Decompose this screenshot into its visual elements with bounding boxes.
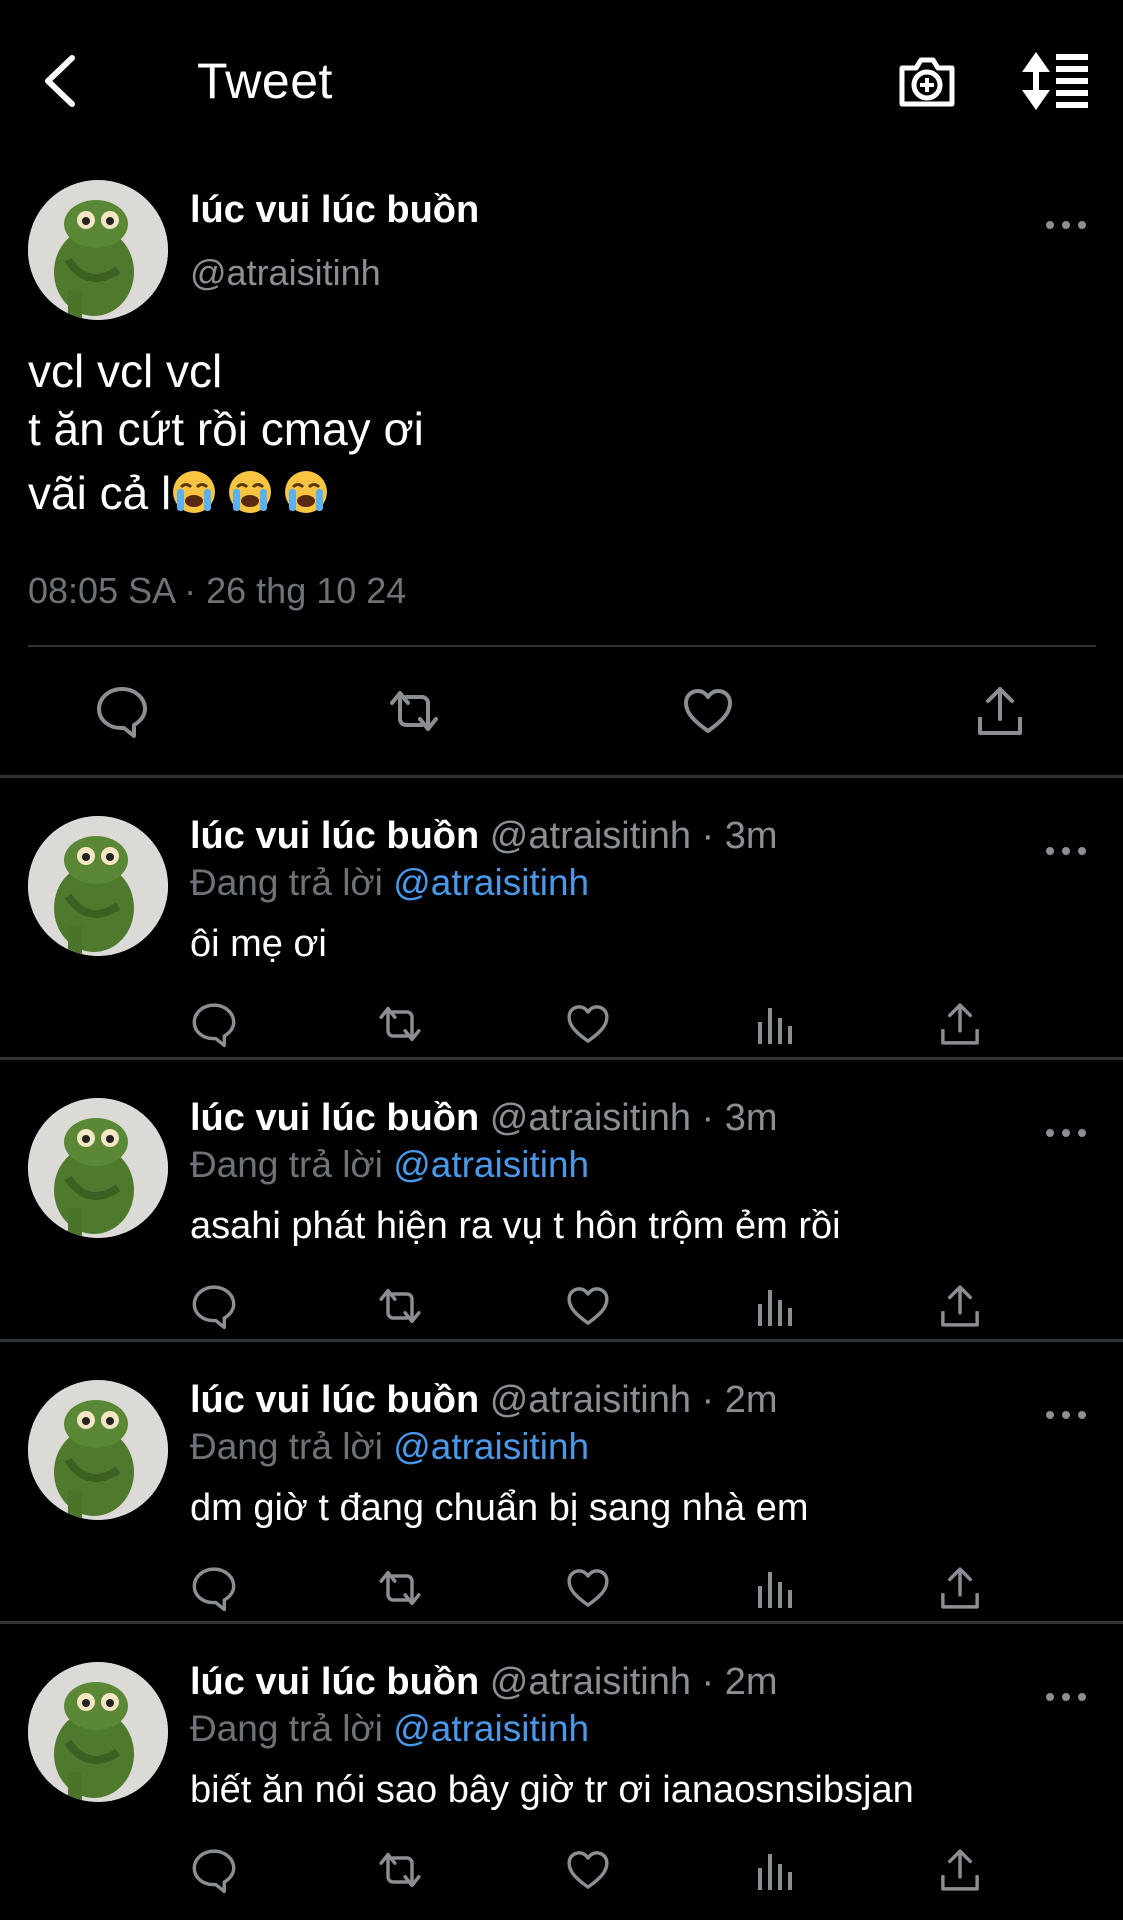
reply-tweet[interactable]: lúc vui lúc buồn @atraisitinh · 2m Đang … xyxy=(0,1342,1123,1624)
retweet-icon[interactable] xyxy=(376,1846,424,1894)
top-bar: Tweet xyxy=(0,0,1123,165)
share-icon[interactable] xyxy=(972,683,1028,739)
replying-to-label: Đang trả lời xyxy=(190,1708,383,1749)
tweet-timestamp[interactable]: 08:05 SA · 26 thg 10 24 xyxy=(28,568,406,614)
handle-and-time: @atraisitinh · 2m xyxy=(489,1379,778,1421)
share-icon[interactable] xyxy=(936,1846,984,1894)
mention-link[interactable]: @atraisitinh xyxy=(393,862,589,903)
reply-icon[interactable] xyxy=(94,683,150,739)
replying-to-label: Đang trả lời xyxy=(190,1144,383,1185)
replying-to: Đang trả lời @atraisitinh xyxy=(190,1706,589,1752)
more-options-icon[interactable] xyxy=(1044,1122,1088,1144)
replying-to-label: Đang trả lời xyxy=(190,862,383,903)
retweet-icon[interactable] xyxy=(386,683,442,739)
mention-link[interactable]: @atraisitinh xyxy=(393,1144,589,1185)
more-options-icon[interactable] xyxy=(1044,1404,1088,1426)
reply-text: ôi mẹ ơi xyxy=(190,923,327,965)
analytics-icon[interactable] xyxy=(750,1000,798,1048)
analytics-icon[interactable] xyxy=(750,1282,798,1330)
crying-face-emoji-icon xyxy=(227,469,273,528)
share-icon[interactable] xyxy=(936,1564,984,1612)
like-icon[interactable] xyxy=(564,1282,612,1330)
retweet-icon[interactable] xyxy=(376,1282,424,1330)
display-name[interactable]: lúc vui lúc buồn xyxy=(190,1661,479,1703)
retweet-icon[interactable] xyxy=(376,1000,424,1048)
more-options-icon[interactable] xyxy=(1044,214,1088,236)
reply-text: biết ăn nói sao bây giờ tr ơi ianaosnsib… xyxy=(190,1769,914,1811)
avatar[interactable] xyxy=(28,1662,168,1802)
avatar[interactable] xyxy=(28,816,168,956)
replying-to: Đang trả lời @atraisitinh xyxy=(190,860,589,906)
avatar[interactable] xyxy=(28,1380,168,1520)
tweet-line: vcl vcl vcl xyxy=(28,345,223,397)
tweet-text: vcl vcl vcl t ăn cứt rồi cmay ơi vãi cả … xyxy=(28,342,1088,528)
avatar[interactable] xyxy=(28,1098,168,1238)
reply-header: lúc vui lúc buồn @atraisitinh · 2m xyxy=(190,1376,778,1424)
replying-to: Đang trả lời @atraisitinh xyxy=(190,1142,589,1188)
reply-text: dm giờ t đang chuẩn bị sang nhà em xyxy=(190,1487,809,1529)
display-name[interactable]: lúc vui lúc buồn xyxy=(190,186,479,234)
mention-link[interactable]: @atraisitinh xyxy=(393,1708,589,1749)
more-options-icon[interactable] xyxy=(1044,1686,1088,1708)
more-options-icon[interactable] xyxy=(1044,840,1088,862)
avatar[interactable] xyxy=(28,180,168,320)
mention-link[interactable]: @atraisitinh xyxy=(393,1426,589,1467)
reply-tweet[interactable]: lúc vui lúc buồn @atraisitinh · 3m Đang … xyxy=(0,778,1123,1060)
reply-icon[interactable] xyxy=(190,1000,238,1048)
camera-add-icon[interactable] xyxy=(896,50,958,112)
crying-face-emoji-icon xyxy=(283,469,329,528)
divider xyxy=(28,645,1096,647)
reply-text: asahi phát hiện ra vụ t hôn trộm ẻm rồi xyxy=(190,1205,841,1247)
reply-header: lúc vui lúc buồn @atraisitinh · 3m xyxy=(190,812,778,860)
display-name[interactable]: lúc vui lúc buồn xyxy=(190,815,479,857)
crying-face-emoji-icon xyxy=(171,469,217,528)
sort-list-icon[interactable] xyxy=(1020,50,1090,112)
page-title: Tweet xyxy=(197,53,333,109)
like-icon[interactable] xyxy=(680,683,736,739)
handle-and-time: @atraisitinh · 3m xyxy=(489,1097,778,1139)
display-name[interactable]: lúc vui lúc buồn xyxy=(190,1379,479,1421)
analytics-icon[interactable] xyxy=(750,1846,798,1894)
share-icon[interactable] xyxy=(936,1282,984,1330)
tweet-line: t ăn cứt rồi cmay ơi xyxy=(28,403,424,455)
like-icon[interactable] xyxy=(564,1000,612,1048)
tweet-line-with-emoji: vãi cả l xyxy=(28,464,1088,528)
share-icon[interactable] xyxy=(936,1000,984,1048)
handle-and-time: @atraisitinh · 2m xyxy=(489,1661,778,1703)
like-icon[interactable] xyxy=(564,1564,612,1612)
user-handle[interactable]: @atraisitinh xyxy=(190,250,381,296)
reply-tweet[interactable]: lúc vui lúc buồn @atraisitinh · 3m Đang … xyxy=(0,1060,1123,1342)
tweet-line: vãi cả l xyxy=(28,467,172,519)
reply-icon[interactable] xyxy=(190,1564,238,1612)
analytics-icon[interactable] xyxy=(750,1564,798,1612)
reply-header: lúc vui lúc buồn @atraisitinh · 2m xyxy=(190,1658,778,1706)
reply-tweet[interactable]: lúc vui lúc buồn @atraisitinh · 2m Đang … xyxy=(0,1624,1123,1906)
reply-icon[interactable] xyxy=(190,1282,238,1330)
replying-to-label: Đang trả lời xyxy=(190,1426,383,1467)
like-icon[interactable] xyxy=(564,1846,612,1894)
retweet-icon[interactable] xyxy=(376,1564,424,1612)
back-icon[interactable] xyxy=(36,52,86,110)
reply-header: lúc vui lúc buồn @atraisitinh · 3m xyxy=(190,1094,778,1142)
replying-to: Đang trả lời @atraisitinh xyxy=(190,1424,589,1470)
reply-icon[interactable] xyxy=(190,1846,238,1894)
display-name[interactable]: lúc vui lúc buồn xyxy=(190,1097,479,1139)
handle-and-time: @atraisitinh · 3m xyxy=(489,815,778,857)
